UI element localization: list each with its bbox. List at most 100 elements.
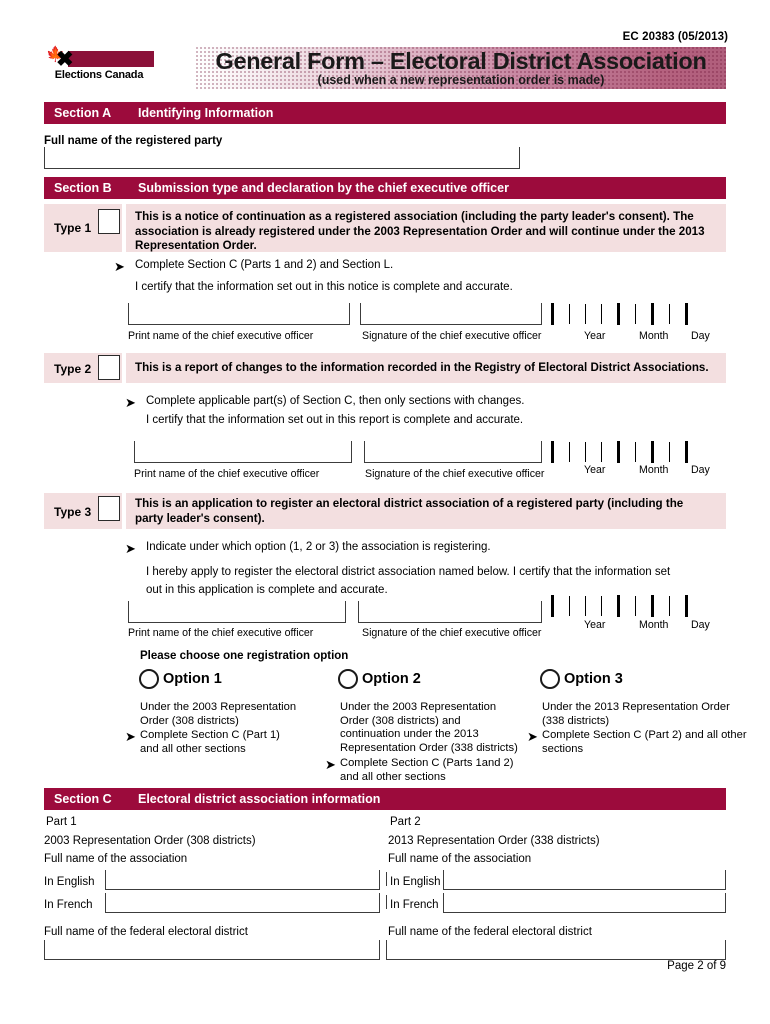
type-1-print-name-input[interactable] <box>128 303 350 325</box>
part-1-association-name-label: Full name of the association <box>44 853 188 865</box>
type-3-year-caption: Year <box>584 619 606 631</box>
type-1-signature-input[interactable] <box>360 303 542 325</box>
part-2-english-label: In English <box>390 876 441 888</box>
type-2-signature-input[interactable] <box>364 441 542 463</box>
page-number: Page 2 of 9 <box>667 960 726 972</box>
part-1-english-input[interactable] <box>105 870 380 890</box>
part-2-french-input[interactable] <box>443 893 726 913</box>
type-1-certify: I certify that the information set out i… <box>135 281 513 293</box>
option-1-label: Option 1 <box>163 671 222 687</box>
type-2-print-name-caption: Print name of the chief executive office… <box>134 468 320 480</box>
option-3-label: Option 3 <box>564 671 623 687</box>
part-2-english-tick <box>386 872 387 886</box>
part-1-district-input[interactable] <box>44 940 380 960</box>
type-3-date-input[interactable] <box>551 595 688 617</box>
form-number: EC 20383 (05/2013) <box>622 31 728 43</box>
part-1-english-label: In English <box>44 876 95 888</box>
type-2-label: Type 2 <box>54 362 92 376</box>
type-1-date-input[interactable] <box>551 303 688 325</box>
section-c-bar: Section C Electoral district association… <box>44 788 726 810</box>
type-1-year-caption: Year <box>584 330 606 342</box>
type-2-instruction: Complete applicable part(s) of Section C… <box>146 395 525 407</box>
type-3-certify-line-2: out in this application is complete and … <box>146 584 388 596</box>
part-2-english-input[interactable] <box>443 870 726 890</box>
part-2-french-label: In French <box>390 899 439 911</box>
type-1-signature-caption: Signature of the chief executive officer <box>362 330 542 342</box>
type-2-day-caption: Day <box>691 464 710 476</box>
option-2-label: Option 2 <box>362 671 421 687</box>
elections-canada-logo: 🍁 ✖ Elections Canada <box>44 47 154 89</box>
type-3-instruction: Indicate under which option (1, 2 or 3) … <box>146 541 491 553</box>
section-a-label: Section A <box>54 106 112 120</box>
option-1-action: Complete Section C (Part 1) and all othe… <box>140 729 280 755</box>
form-subtitle: (used when a new representation order is… <box>317 73 605 87</box>
part-2-order-label: 2013 Representation Order (338 districts… <box>388 835 600 847</box>
type-3-signature-caption: Signature of the chief executive officer <box>362 627 542 639</box>
party-name-label: Full name of the registered party <box>44 135 223 147</box>
part-2-district-input[interactable] <box>386 940 726 960</box>
arrow-icon-type3: ➤ <box>125 541 136 556</box>
type-3-checkbox[interactable] <box>98 496 120 521</box>
type-1-day-caption: Day <box>691 330 710 342</box>
option-1-radio[interactable] <box>139 669 159 689</box>
type-2-checkbox[interactable] <box>98 355 120 380</box>
form-page: EC 20383 (05/2013) 🍁 ✖ Elections Canada … <box>0 0 770 1024</box>
type-2-signature-caption: Signature of the chief executive officer <box>365 468 545 480</box>
logo-bar <box>68 51 154 67</box>
type-3-print-name-input[interactable] <box>128 601 346 623</box>
type-3-signature-input[interactable] <box>358 601 542 623</box>
type-1-instruction: Complete Section C (Parts 1 and 2) and S… <box>135 259 394 271</box>
arrow-icon-option1: ➤ <box>125 729 136 744</box>
type-3-label: Type 3 <box>54 505 92 519</box>
arrow-icon-type2: ➤ <box>125 395 136 410</box>
part-1-label: Part 1 <box>46 816 77 828</box>
section-b-bar: Section B Submission type and declaratio… <box>44 177 726 199</box>
type-1-print-name-caption: Print name of the chief executive office… <box>128 330 314 342</box>
part-1-french-input[interactable] <box>105 893 380 913</box>
type-2-year-caption: Year <box>584 464 606 476</box>
arrow-icon-type1: ➤ <box>114 259 125 274</box>
options-heading: Please choose one registration option <box>140 650 349 662</box>
part-1-district-label: Full name of the federal electoral distr… <box>44 926 248 938</box>
section-c-label: Section C <box>54 792 112 806</box>
option-3-radio[interactable] <box>540 669 560 689</box>
x-mark-icon: ✖ <box>56 48 74 71</box>
party-name-input[interactable] <box>44 147 520 169</box>
type-3-month-caption: Month <box>639 619 669 631</box>
type-2-print-name-input[interactable] <box>134 441 352 463</box>
type-2-certify: I certify that the information set out i… <box>146 414 524 426</box>
option-1-description: Under the 2003 Representation Order (308… <box>140 701 297 727</box>
arrow-icon-option2: ➤ <box>325 757 336 772</box>
form-title: General Form – Electoral District Associ… <box>215 48 707 74</box>
option-2-action: Complete Section C (Parts 1and 2) and al… <box>340 757 514 783</box>
type-3-certify-line-1: I hereby apply to register the electoral… <box>146 566 671 578</box>
option-3-description: Under the 2013 Representation Order (338… <box>542 701 730 727</box>
part-1-french-label: In French <box>44 899 93 911</box>
type-3-statement: This is an application to register an el… <box>135 497 684 525</box>
masthead: 🍁 ✖ Elections Canada General Form – Elec… <box>44 47 726 89</box>
type-3-day-caption: Day <box>691 619 710 631</box>
logo-wordmark: Elections Canada <box>54 69 144 81</box>
type-2-statement: This is a report of changes to the infor… <box>135 361 709 374</box>
option-3-action: Complete Section C (Part 2) and all othe… <box>542 729 747 755</box>
section-b-label: Section B <box>54 181 112 195</box>
type-1-month-caption: Month <box>639 330 669 342</box>
option-2-description: Under the 2003 Representation Order (308… <box>340 701 518 754</box>
section-c-title: Electoral district association informati… <box>138 792 381 806</box>
option-2-radio[interactable] <box>338 669 358 689</box>
part-2-label: Part 2 <box>390 816 421 828</box>
type-1-checkbox[interactable] <box>98 209 120 234</box>
type-2-date-input[interactable] <box>551 441 688 463</box>
section-a-bar: Section A Identifying Information <box>44 102 726 124</box>
section-b-title: Submission type and declaration by the c… <box>138 181 509 195</box>
type-1-statement: This is a notice of continuation as a re… <box>135 210 705 253</box>
type-2-month-caption: Month <box>639 464 669 476</box>
arrow-icon-option3: ➤ <box>527 729 538 744</box>
part-2-association-name-label: Full name of the association <box>388 853 532 865</box>
part-1-order-label: 2003 Representation Order (308 districts… <box>44 835 256 847</box>
part-2-district-label: Full name of the federal electoral distr… <box>388 926 592 938</box>
section-a-title: Identifying Information <box>138 106 274 120</box>
type-1-label: Type 1 <box>54 221 92 235</box>
part-2-french-tick <box>386 895 387 909</box>
type-3-print-name-caption: Print name of the chief executive office… <box>128 627 314 639</box>
